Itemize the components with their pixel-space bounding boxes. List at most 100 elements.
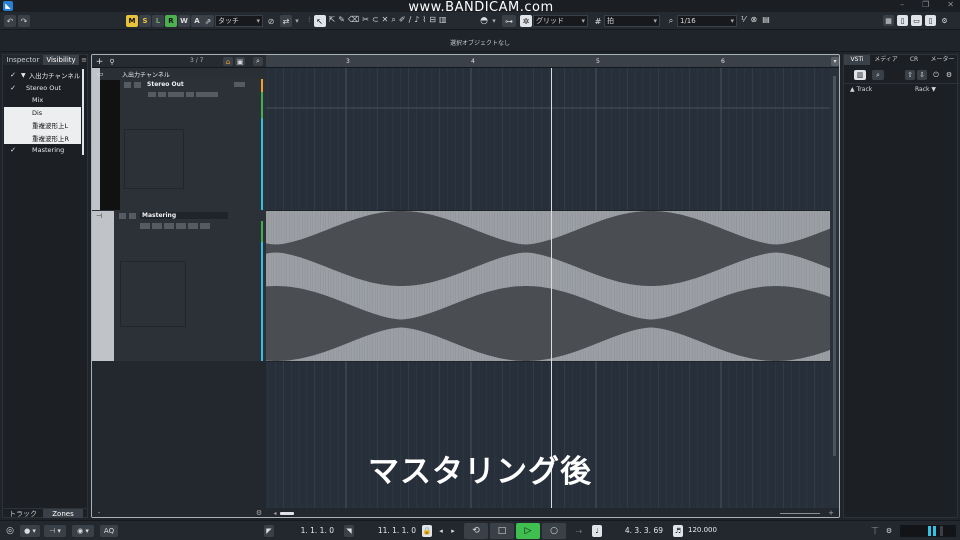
time-warp-icon[interactable]: ⊟	[429, 15, 436, 27]
iterative-quantize-icon[interactable]: ⅟	[741, 15, 746, 24]
eraser-tool-icon[interactable]: ⌫	[348, 15, 359, 27]
tab-cr[interactable]: CR	[902, 55, 926, 65]
left-zone-toggle-icon[interactable]: ▯	[897, 15, 908, 26]
chevron-down-icon[interactable]: ▾	[293, 15, 301, 27]
tab-tracks[interactable]: トラック	[3, 509, 43, 518]
auto-quantize-button[interactable]: AQ	[100, 525, 118, 537]
track-name[interactable]: Stereo Out	[147, 81, 184, 88]
instrument-add-icon[interactable]: ▥	[854, 70, 866, 80]
track-presets-icon[interactable]: ⚲	[107, 57, 117, 66]
mode-button-w[interactable]: W	[178, 15, 190, 27]
automation-mode-icon[interactable]: ⇗	[202, 15, 214, 27]
object-select-tool-icon[interactable]: ↖	[313, 15, 326, 27]
color-picker-icon[interactable]: ◓	[478, 15, 490, 27]
menu-icon[interactable]: ≡	[79, 55, 89, 65]
event-display[interactable]	[266, 68, 830, 508]
visibility-item[interactable]: ✓ Mastering	[4, 144, 81, 157]
rack-instruments-toggle[interactable]: Rack ▼	[915, 86, 936, 93]
track-output-routing[interactable]	[234, 82, 245, 87]
stereo-out-track[interactable]: Stereo Out	[120, 79, 266, 210]
tab-inspector[interactable]: Inspector	[3, 55, 43, 65]
close-icon[interactable]: ✕	[947, 0, 954, 9]
horizontal-scrollbar-thumb[interactable]	[280, 512, 294, 515]
tab-meter[interactable]: メーター	[926, 55, 959, 65]
track-mute-icon[interactable]	[119, 213, 126, 219]
track-filter-icon[interactable]: ▣	[235, 57, 245, 66]
cycle-button[interactable]: ⟲	[464, 523, 488, 539]
quantize-settings-icon[interactable]: ⊗	[751, 15, 758, 24]
tab-vsti[interactable]: VSTi	[844, 55, 870, 65]
window-layout-icon[interactable]: ▦	[883, 15, 894, 26]
grid-type-select[interactable]: 拍 ▾	[604, 15, 660, 27]
auto-quantize-mode-icon[interactable]: ◉ ▾	[72, 525, 94, 537]
chevron-down-icon[interactable]: ▾	[490, 15, 498, 27]
split-tool-icon[interactable]: ✂	[362, 15, 369, 27]
draw-tool-icon[interactable]: ⌇	[422, 15, 426, 27]
waveform-icon[interactable]	[200, 223, 210, 229]
checkmark-icon[interactable]: ✓	[8, 71, 18, 79]
right-locator-value[interactable]: 11. 1. 1. 0	[360, 526, 416, 535]
minimize-icon[interactable]: –	[900, 0, 904, 9]
visibility-item[interactable]: 重複波形上R	[4, 131, 81, 144]
comp-tool-icon[interactable]: ✐	[399, 15, 406, 27]
track-mute-icon[interactable]	[124, 82, 131, 88]
write-icon[interactable]	[168, 92, 184, 97]
stop-button[interactable]: □	[490, 523, 514, 539]
snap-type-select[interactable]: グリッド ▾	[533, 15, 588, 27]
read-icon[interactable]	[158, 92, 166, 97]
mute-tool-icon[interactable]: ✕	[382, 15, 389, 27]
monitor-icon[interactable]	[148, 92, 156, 97]
constrain-delay-button[interactable]: ⊘	[266, 15, 276, 27]
tempo-value[interactable]: 120.000	[688, 526, 717, 534]
quantize-panel-icon[interactable]: ▤	[762, 15, 770, 24]
mode-button-l[interactable]: L	[152, 15, 164, 27]
right-zone-toggle-icon[interactable]: ▯	[925, 15, 936, 26]
search-icon[interactable]: ⌕	[872, 70, 884, 80]
lane-icon[interactable]	[188, 223, 198, 229]
read-icon[interactable]	[164, 223, 174, 229]
move-down-icon[interactable]: ⇩	[917, 70, 927, 80]
tab-media[interactable]: メディア	[870, 55, 902, 65]
lane-icon[interactable]	[186, 92, 194, 97]
playhead-cursor[interactable]	[551, 68, 552, 508]
minus-icon[interactable]: -	[95, 509, 103, 517]
punch-in-icon[interactable]: ◂	[436, 525, 446, 537]
record-icon[interactable]	[140, 223, 150, 229]
track-solo-icon[interactable]	[129, 213, 136, 219]
mode-button-m[interactable]: M	[126, 15, 138, 27]
visibility-item[interactable]: Mix	[4, 94, 81, 107]
ruler[interactable]: 3 4 5 6 ▾	[266, 55, 839, 68]
write-icon[interactable]	[176, 223, 186, 229]
cycle-mode-icon[interactable]: ⊣ ▾	[44, 525, 66, 537]
record-mode-icon[interactable]: ● ▾	[20, 525, 40, 537]
gear-icon[interactable]: ⚙	[255, 509, 263, 517]
vertical-scrollbar[interactable]	[830, 68, 839, 508]
metronome-icon[interactable]: ⏉	[870, 525, 880, 537]
visibility-item[interactable]: ✓ Stereo Out	[4, 81, 81, 94]
mastering-track[interactable]: ⊣ Mastering	[92, 211, 266, 361]
auto-scroll-button[interactable]: ⇄	[280, 15, 292, 27]
audio-event-waveform[interactable]	[266, 211, 830, 361]
visibility-item[interactable]: ✓ ▼ 入出力チャンネル	[4, 69, 81, 82]
tab-visibility[interactable]: Visibility	[43, 55, 79, 65]
record-button[interactable]: ○	[542, 523, 566, 539]
range-select-tool-icon[interactable]: ⇱	[329, 15, 336, 27]
search-icon[interactable]: ⌕	[253, 57, 263, 66]
add-track-button[interactable]: +	[95, 57, 104, 67]
gear-icon[interactable]: ⚙	[884, 525, 894, 537]
automation-mode-select[interactable]: タッチ ▾	[215, 15, 263, 27]
scrollbar-thumb[interactable]	[833, 76, 836, 456]
lock-icon[interactable]: 🔒	[422, 525, 432, 537]
line-tool-icon[interactable]: ∕	[409, 15, 412, 27]
glue-tool-icon[interactable]: ⊂	[372, 15, 379, 27]
snap-toggle-button[interactable]: ⊶	[502, 15, 516, 27]
tab-zones[interactable]: Zones	[43, 509, 83, 518]
play-button[interactable]: ▷	[516, 523, 540, 539]
track-visibility-agent-icon[interactable]: ⌂	[223, 57, 233, 66]
lower-zone-toggle-icon[interactable]: ▭	[911, 15, 922, 26]
snap-type-icon[interactable]: ✲	[520, 15, 532, 27]
settings-icon[interactable]: ⚙	[939, 15, 950, 26]
gear-icon[interactable]: ⚙	[944, 70, 954, 80]
monitor-icon[interactable]	[152, 223, 162, 229]
ruler-menu-icon[interactable]: ▾	[831, 57, 839, 66]
